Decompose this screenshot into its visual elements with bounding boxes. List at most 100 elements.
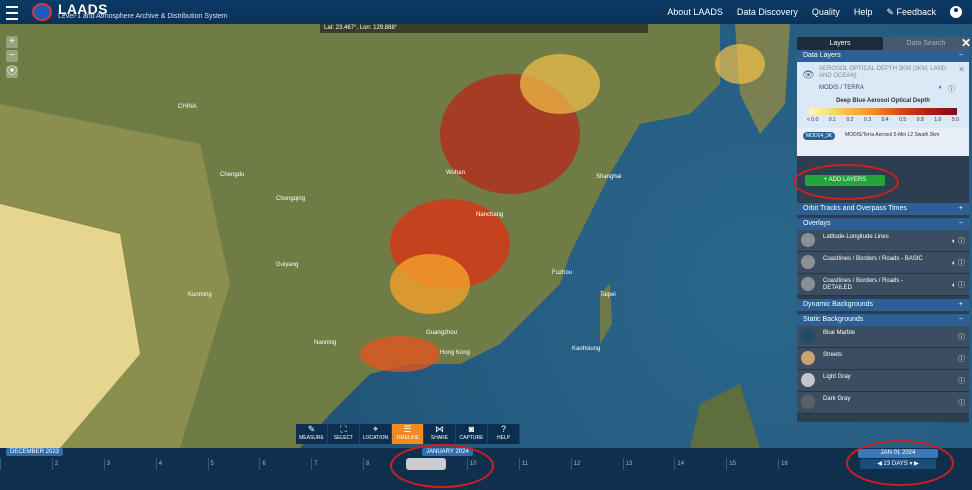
aerosol-shandong <box>520 54 600 114</box>
nav-feedback[interactable]: ✎ Feedback <box>886 7 936 18</box>
product-badge: MOD04_3K <box>803 132 836 140</box>
nav-quality[interactable]: Quality <box>812 7 840 17</box>
legend-tick: 0.4 <box>881 117 889 123</box>
expand-icon[interactable]: + <box>959 299 963 311</box>
background-row[interactable]: Light Gray ⓘ <box>797 370 969 392</box>
nav-help[interactable]: Help <box>854 7 873 17</box>
tool-measure[interactable]: ✎ MEASURE <box>296 424 328 444</box>
timeline-icon: ☰ <box>403 424 412 434</box>
layer-card: 👁 AEROSOL OPTICAL DEPTH 3KM (3KM, LAND A… <box>797 62 969 156</box>
legend-bar <box>809 108 957 115</box>
label-chengdu: Chengdu <box>220 172 245 178</box>
collapse-icon[interactable]: − <box>959 50 963 62</box>
menu-icon[interactable] <box>6 6 18 20</box>
map-toolbar: ✎ MEASURE ⛶ SELECT ⌖ LOCATION ☰ TIMELINE ⋈ SH… <box>296 424 526 444</box>
legend-tick: < 0.0 <box>807 117 819 123</box>
timeline-month-left: DECEMBER 2023 <box>6 448 64 456</box>
timeline-tick[interactable]: 11 <box>518 458 571 470</box>
tab-layers[interactable]: Layers <box>797 37 883 50</box>
legend-tick: 0.8 <box>916 117 924 123</box>
timeline-tick[interactable]: 2 <box>51 458 104 470</box>
product-desc: MODIS/Terra Aerosol 5-Min L2 Swath 3km <box>845 132 940 138</box>
location-button[interactable]: ⦿ <box>6 66 18 78</box>
zoom-out-button[interactable]: − <box>6 50 18 62</box>
layer-name: AEROSOL OPTICAL DEPTH 3KM (3KM, LAND AND… <box>819 66 947 79</box>
timeline-tick[interactable]: 7 <box>311 458 363 470</box>
label-nanchang: Nanchang <box>476 212 504 218</box>
layers-panel: Layers Data Search ✕ Data Layers − 👁 AER… <box>797 36 971 422</box>
overlay-buttons[interactable]: ◐ ⓘ <box>952 280 965 290</box>
remove-layer-icon[interactable]: ✕ <box>958 65 965 74</box>
feedback-icon: ✎ <box>886 6 894 17</box>
background-row[interactable]: Dark Gray ⓘ <box>797 392 969 414</box>
tool-help[interactable]: ? HELP <box>488 424 520 444</box>
ruler-icon: ✎ <box>307 424 316 434</box>
overlay-buttons[interactable]: ◐ ⓘ <box>952 236 965 246</box>
info-icon[interactable]: ⓘ <box>958 376 965 386</box>
opacity-icon[interactable]: ◐ <box>939 84 943 91</box>
label-nanning: Nanning <box>314 340 337 346</box>
annotation-circle-add-layers <box>793 164 899 200</box>
timeline-tick[interactable]: 6 <box>259 458 311 470</box>
label-guiyang: Guiyang <box>276 262 299 268</box>
collapse-icon[interactable]: − <box>959 314 963 326</box>
overlay-thumb <box>801 233 815 247</box>
tool-capture[interactable]: ◙ CAPTURE <box>456 424 488 444</box>
select-icon: ⛶ <box>340 424 347 434</box>
timeline-tick[interactable]: 5 <box>207 458 260 470</box>
user-icon[interactable] <box>950 6 962 18</box>
brand-subtitle: Level-1 and Atmosphere Archive & Distrib… <box>58 13 228 20</box>
background-thumb <box>801 373 815 387</box>
label-kunming: Kunming <box>188 292 212 298</box>
info-icon[interactable]: ⓘ <box>958 332 965 342</box>
tool-select[interactable]: ⛶ SELECT <box>328 424 360 444</box>
overlay-buttons[interactable]: ◐ ⓘ <box>952 258 965 268</box>
section-orbit-tracks[interactable]: Orbit Tracks and Overpass Times + <box>797 203 969 215</box>
background-label: Dark Gray <box>823 396 851 402</box>
aerosol-guangdong <box>360 336 440 372</box>
layer-source: MODIS / TERRA <box>819 85 864 91</box>
section-dynamic-backgrounds[interactable]: Dynamic Backgrounds + <box>797 299 969 311</box>
tool-label: CAPTURE <box>459 435 484 441</box>
collapse-icon[interactable]: − <box>959 218 963 230</box>
timeline-tick[interactable]: 13 <box>622 458 675 470</box>
timeline-tick[interactable]: 4 <box>155 458 208 470</box>
share-icon: ⋈ <box>435 424 444 434</box>
tool-share[interactable]: ⋈ SHARE <box>424 424 456 444</box>
overlay-label: Coastlines / Borders / Roads - BASIC <box>823 256 923 262</box>
info-icon[interactable]: ⓘ <box>958 398 965 408</box>
panel-tabs: Layers Data Search <box>797 37 969 50</box>
timeline-tick[interactable]: 12 <box>570 458 623 470</box>
section-data-layers[interactable]: Data Layers − <box>797 50 969 62</box>
land-philippines <box>690 384 760 448</box>
overlay-row[interactable]: Coastlines / Borders / Roads - DETAILED … <box>797 274 969 296</box>
timeline-tick[interactable]: 16 <box>778 458 830 470</box>
section-overlays[interactable]: Overlays − <box>797 218 969 230</box>
section-static-backgrounds[interactable]: Static Backgrounds − <box>797 314 969 326</box>
info-icon[interactable]: ⓘ <box>948 84 955 94</box>
timeline-tick[interactable]: 3 <box>103 458 156 470</box>
close-icon[interactable]: ✕ <box>961 36 971 50</box>
info-icon[interactable]: ⓘ <box>958 354 965 364</box>
nav-about[interactable]: About LAADS <box>667 7 723 17</box>
background-label: Blue Marble <box>823 330 856 336</box>
tool-timeline[interactable]: ☰ TIMELINE <box>392 424 424 444</box>
tab-data-search[interactable]: Data Search <box>883 37 969 50</box>
overlay-row[interactable]: Coastlines / Borders / Roads - BASIC ◐ ⓘ <box>797 252 969 274</box>
expand-icon[interactable]: + <box>959 203 963 215</box>
background-thumb <box>801 329 815 343</box>
timeline-tick[interactable]: 15 <box>726 458 778 470</box>
eye-icon[interactable]: 👁 <box>802 70 815 81</box>
label-taipei: Taipei <box>600 292 616 298</box>
zoom-in-button[interactable]: + <box>6 36 18 48</box>
tool-location[interactable]: ⌖ LOCATION <box>360 424 392 444</box>
nav-data-discovery[interactable]: Data Discovery <box>737 7 798 17</box>
section-static-label: Static Backgrounds <box>803 316 864 323</box>
background-row[interactable]: Blue Marble ⓘ <box>797 326 969 348</box>
background-row[interactable]: Streets ⓘ <box>797 348 969 370</box>
timeline-tick[interactable] <box>0 458 52 470</box>
overlay-row[interactable]: Latitude-Longitude Lines ◐ ⓘ <box>797 230 969 252</box>
label-fuzhou: Fuzhou <box>552 270 573 276</box>
background-thumb <box>801 395 815 409</box>
timeline-tick[interactable]: 14 <box>674 458 726 470</box>
